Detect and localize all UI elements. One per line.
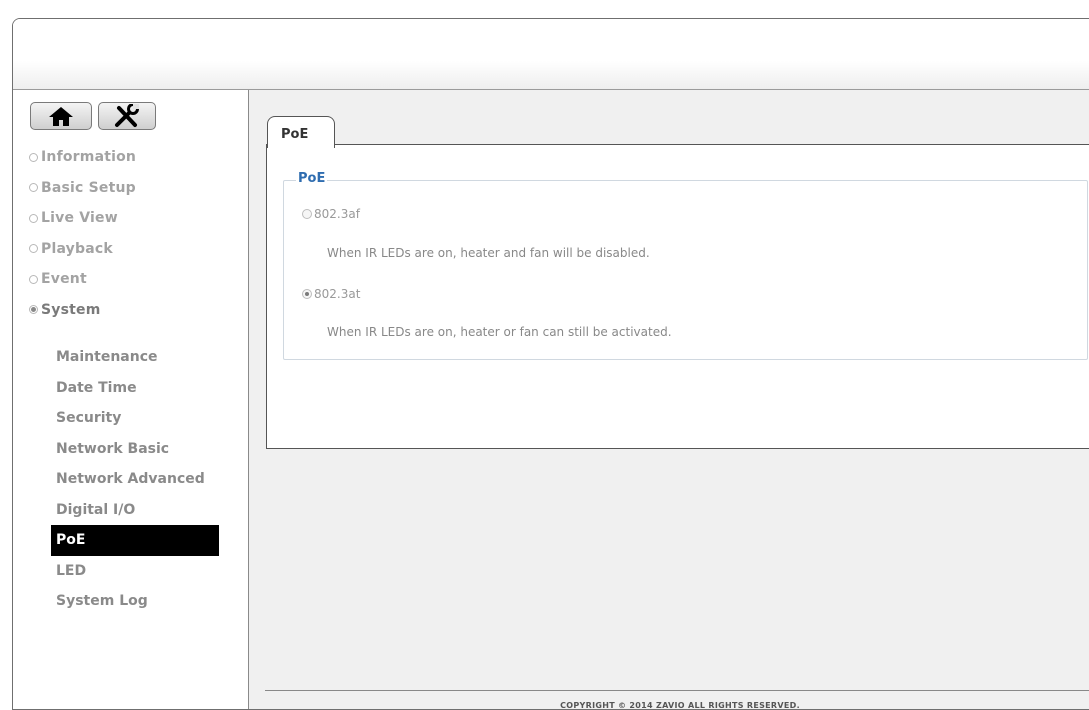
settings-button[interactable]: [98, 102, 156, 130]
submenu-item-network-advanced[interactable]: Network Advanced: [56, 464, 236, 495]
option-802-3af[interactable]: 802.3af: [302, 207, 360, 221]
submenu-item-security[interactable]: Security: [56, 403, 236, 434]
radio-bullet-icon: [29, 183, 38, 193]
radio-bullet-selected-icon: [29, 305, 38, 315]
menu-item-label: Live View: [41, 210, 118, 227]
home-icon: [49, 107, 73, 126]
menu-item-live-view[interactable]: Live View: [29, 203, 136, 234]
menu-item-label: Event: [41, 271, 87, 288]
submenu-item-maintenance[interactable]: Maintenance: [56, 342, 236, 373]
radio-bullet-icon: [29, 213, 38, 223]
menu-item-event[interactable]: Event: [29, 264, 136, 295]
tools-icon: [115, 104, 139, 127]
sidebar: Information Basic Setup Live View Playba…: [13, 90, 249, 709]
group-title: PoE: [296, 171, 328, 186]
submenu-item-poe[interactable]: PoE: [51, 525, 219, 556]
menu-item-label: Information: [41, 149, 137, 166]
home-button[interactable]: [30, 102, 92, 130]
copyright-text: COPYRIGHT © 2014 ZAVIO ALL RIGHTS RESERV…: [560, 701, 800, 710]
poe-group: PoE 802.3af When IR LEDs are on, heater …: [283, 171, 1088, 360]
option-description: When IR LEDs are on, heater and fan will…: [327, 246, 650, 260]
radio-bullet-icon: [29, 152, 38, 162]
tab-poe[interactable]: PoE: [267, 116, 335, 148]
submenu-item-network-basic[interactable]: Network Basic: [56, 434, 236, 465]
header-bar: [13, 19, 1089, 90]
menu-item-playback[interactable]: Playback: [29, 234, 136, 265]
menu-item-basic-setup[interactable]: Basic Setup: [29, 173, 136, 204]
menu-item-label: System: [41, 301, 101, 318]
main-content: PoE PoE 802.3af When IR LEDs are on, hea…: [249, 90, 1089, 709]
menu-item-label: Basic Setup: [41, 179, 136, 196]
tool-buttons: [30, 102, 156, 132]
radio-bullet-icon: [29, 244, 38, 254]
radio-802-3at[interactable]: [302, 289, 312, 299]
option-802-3at[interactable]: 802.3at: [302, 287, 360, 301]
system-submenu: Maintenance Date Time Security Network B…: [51, 342, 236, 617]
submenu-item-date-time[interactable]: Date Time: [56, 373, 236, 404]
submenu-item-system-log[interactable]: System Log: [56, 586, 236, 617]
radio-802-3af[interactable]: [302, 209, 312, 219]
footer-divider: [265, 690, 1089, 691]
submenu-item-led[interactable]: LED: [56, 556, 236, 587]
tab-panel: PoE 802.3af When IR LEDs are on, heater …: [266, 144, 1089, 449]
radio-bullet-icon: [29, 274, 38, 284]
option-description: When IR LEDs are on, heater or fan can s…: [327, 325, 672, 339]
main-menu: Information Basic Setup Live View Playba…: [29, 142, 136, 325]
menu-item-system[interactable]: System: [29, 295, 136, 326]
submenu-item-digital-io[interactable]: Digital I/O: [56, 495, 236, 526]
app-frame: Information Basic Setup Live View Playba…: [12, 18, 1089, 710]
option-label: 802.3at: [314, 287, 361, 301]
menu-item-label: Playback: [41, 240, 113, 257]
menu-item-information[interactable]: Information: [29, 142, 136, 173]
option-label: 802.3af: [314, 207, 360, 221]
